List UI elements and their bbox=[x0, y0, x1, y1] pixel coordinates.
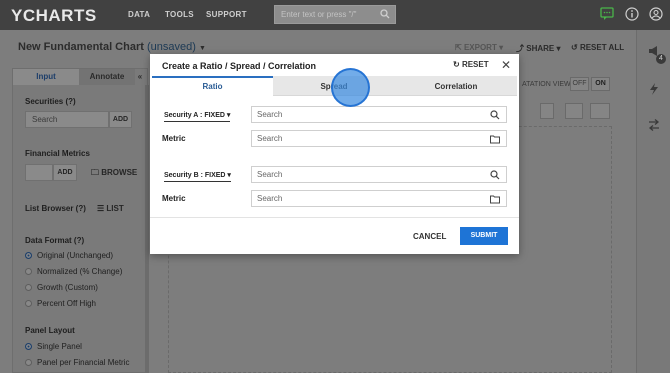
radio-panel-per-metric[interactable]: Panel per Financial Metric bbox=[25, 358, 129, 367]
dialog-divider bbox=[150, 217, 519, 218]
panel-layout-label: Panel Layout bbox=[25, 326, 75, 335]
nav-support[interactable]: SUPPORT bbox=[206, 10, 247, 19]
submit-button[interactable]: SUBMIT bbox=[460, 227, 508, 245]
security-b-dropdown[interactable]: Security B : FIXED ▾ bbox=[164, 171, 231, 182]
info-icon[interactable] bbox=[625, 7, 639, 21]
metric-a-placeholder: Search bbox=[257, 134, 283, 143]
reset-all-label: RESET ALL bbox=[579, 43, 625, 52]
off-label: OFF bbox=[572, 80, 587, 87]
search-icon bbox=[490, 110, 500, 120]
dialog-reset-button[interactable]: ↻ RESET bbox=[453, 60, 489, 69]
notification-badge: 4 bbox=[656, 54, 666, 64]
metric-b-label: Metric bbox=[162, 194, 186, 203]
folder-search-icon[interactable] bbox=[490, 134, 500, 144]
caret-down-icon: ▾ bbox=[227, 172, 231, 179]
lightning-icon[interactable] bbox=[647, 82, 661, 96]
global-search-input[interactable]: Enter text or press "/" bbox=[274, 5, 396, 24]
radio-normalized[interactable]: Normalized (% Change) bbox=[25, 267, 122, 276]
nav-tools[interactable]: TOOLS bbox=[165, 10, 194, 19]
chart-title-text: New Fundamental Chart bbox=[18, 41, 144, 53]
radio-dot bbox=[25, 284, 32, 291]
tab-ratio[interactable]: Ratio bbox=[152, 76, 273, 96]
sidebar-tabs: Input Annotate « bbox=[13, 69, 147, 85]
securities-add-button[interactable]: ADD bbox=[109, 111, 132, 128]
security-a-placeholder: Search bbox=[257, 110, 283, 119]
presentation-view-label: ATATION VIEW bbox=[522, 81, 571, 88]
ycharts-logo[interactable]: YCHARTS bbox=[11, 6, 97, 26]
dialog-reset-label: RESET bbox=[461, 60, 489, 69]
toolbar-button-1[interactable] bbox=[540, 103, 554, 119]
security-b-search-input[interactable]: Search bbox=[251, 166, 507, 183]
chart-title[interactable]: New Fundamental Chart (unsaved) ▼ bbox=[18, 41, 206, 53]
security-a-label: Security A : FIXED bbox=[164, 112, 225, 119]
radio-original-label: Original (Unchanged) bbox=[37, 251, 114, 260]
radio-panel-per-metric-label: Panel per Financial Metric bbox=[37, 358, 130, 367]
radio-dot bbox=[25, 343, 32, 350]
securities-search-input[interactable]: Search bbox=[25, 111, 109, 128]
radio-growth-label: Growth (Custom) bbox=[37, 283, 98, 292]
tab-correlation[interactable]: Correlation bbox=[395, 76, 517, 96]
right-rail: 4 bbox=[636, 30, 670, 373]
radio-normalized-label: Normalized (% Change) bbox=[37, 267, 123, 276]
hide-icon[interactable] bbox=[590, 103, 610, 119]
unsaved-label: (unsaved) bbox=[146, 41, 196, 53]
swap-icon[interactable] bbox=[647, 118, 661, 132]
caret-down-icon: ▾ bbox=[226, 112, 231, 119]
global-search-placeholder: Enter text or press "/" bbox=[281, 10, 357, 19]
left-sidebar: Input Annotate « Securities (?) Search A… bbox=[12, 68, 149, 373]
share-icon: ⤴ bbox=[516, 44, 524, 53]
folder-search-icon[interactable] bbox=[490, 194, 500, 204]
on-label: ON bbox=[595, 80, 606, 87]
search-icon bbox=[380, 9, 390, 19]
security-b-placeholder: Search bbox=[257, 170, 283, 179]
chevron-down-icon[interactable]: ▼ bbox=[199, 45, 206, 52]
security-a-search-input[interactable]: Search bbox=[251, 106, 507, 123]
tab-input[interactable]: Input bbox=[13, 69, 79, 85]
click-indicator bbox=[331, 68, 370, 107]
expand-icon[interactable] bbox=[565, 103, 583, 119]
cancel-button[interactable]: CANCEL bbox=[413, 232, 446, 241]
top-navbar: YCHARTS DATA TOOLS SUPPORT Enter text or… bbox=[0, 0, 670, 30]
radio-percent-off-high[interactable]: Percent Off High bbox=[25, 299, 96, 308]
radio-percent-off-high-label: Percent Off High bbox=[37, 299, 96, 308]
export-label: EXPORT bbox=[463, 43, 497, 52]
reset-icon: ↺ bbox=[571, 43, 578, 52]
tab-annotate[interactable]: Annotate bbox=[79, 69, 135, 85]
export-button[interactable]: ⇱ EXPORT ▾ bbox=[455, 43, 503, 52]
radio-dot bbox=[25, 300, 32, 307]
metric-a-label: Metric bbox=[162, 134, 186, 143]
share-label: SHARE bbox=[526, 44, 555, 53]
financial-metrics-label: Financial Metrics bbox=[25, 149, 90, 158]
reset-all-button[interactable]: ↺ RESET ALL bbox=[571, 43, 624, 52]
metric-b-search-input[interactable]: Search bbox=[251, 190, 507, 207]
metric-a-search-input[interactable]: Search bbox=[251, 130, 507, 147]
data-format-label: Data Format (?) bbox=[25, 236, 85, 245]
radio-single-panel[interactable]: Single Panel bbox=[25, 342, 82, 351]
search-icon bbox=[490, 170, 500, 180]
off-toggle[interactable]: OFF bbox=[570, 77, 589, 91]
radio-single-panel-label: Single Panel bbox=[37, 342, 82, 351]
sidebar-scrollbar[interactable] bbox=[145, 85, 149, 373]
chat-icon[interactable] bbox=[600, 7, 614, 21]
nav-data[interactable]: DATA bbox=[128, 10, 150, 19]
security-b-label: Security B : FIXED bbox=[164, 172, 226, 179]
radio-growth[interactable]: Growth (Custom) bbox=[25, 283, 98, 292]
radio-dot bbox=[25, 359, 32, 366]
security-a-dropdown[interactable]: Security A : FIXED ▾ bbox=[164, 111, 231, 122]
reset-icon: ↻ bbox=[453, 60, 460, 69]
on-toggle[interactable]: ON bbox=[591, 77, 610, 91]
radio-dot bbox=[25, 268, 32, 275]
close-icon[interactable]: ✕ bbox=[501, 58, 511, 72]
collapse-sidebar-icon[interactable]: « bbox=[133, 69, 147, 85]
dialog-title: Create a Ratio / Spread / Correlation bbox=[162, 61, 317, 71]
securities-label: Securities (?) bbox=[25, 97, 76, 106]
metric-b-placeholder: Search bbox=[257, 194, 283, 203]
radio-dot bbox=[25, 252, 32, 259]
radio-original[interactable]: Original (Unchanged) bbox=[25, 251, 113, 260]
export-icon: ⇱ bbox=[455, 43, 462, 52]
account-icon[interactable] bbox=[649, 7, 663, 21]
share-button[interactable]: ⤴ SHARE ▾ bbox=[516, 43, 561, 54]
